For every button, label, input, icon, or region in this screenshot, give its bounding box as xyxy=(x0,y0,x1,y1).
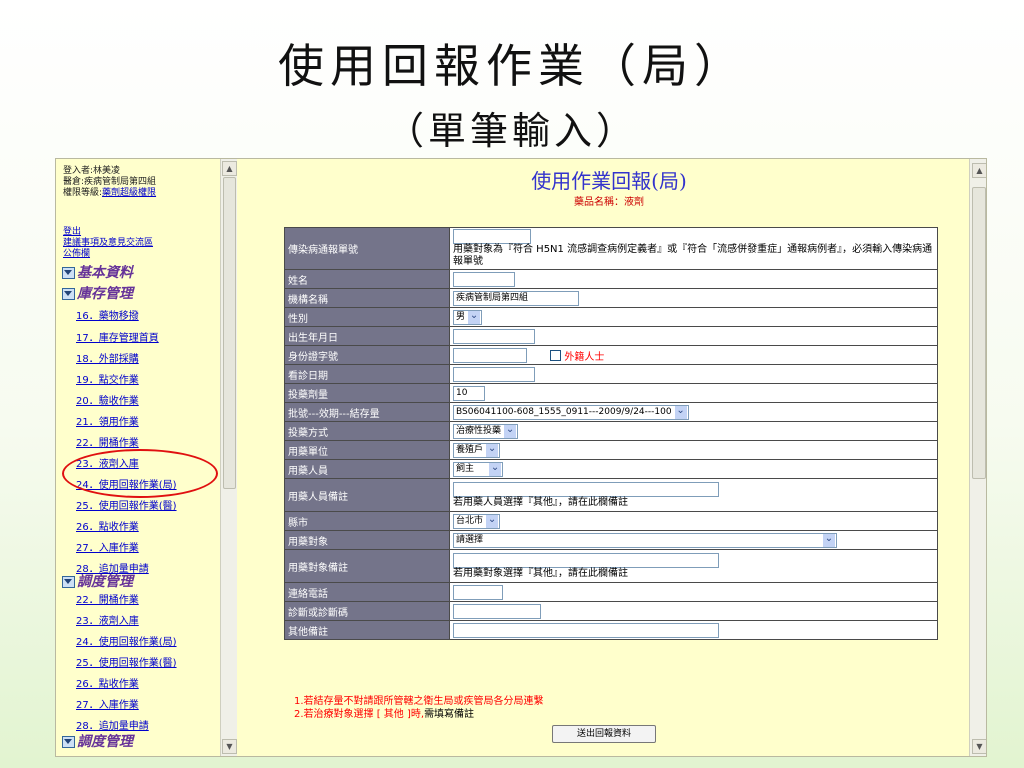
field-label: 用藥對象 xyxy=(284,530,450,550)
expand-icon xyxy=(62,576,75,588)
login-user: 登入者:林美凌 xyxy=(63,166,121,176)
report-no-hint: 用藥對象為『符合 H5N1 流感調查病例定義者』或『符合「流感併發重症」通報病例… xyxy=(453,244,933,267)
sidebar-item[interactable]: 17．庫存管理首頁 xyxy=(76,329,159,344)
note-1: 1.若結存量不對請跟所管轄之衛生局或疾管局各分局連繫 xyxy=(294,696,544,707)
bulletin-link[interactable]: 公佈欄 xyxy=(63,249,90,259)
sidebar-item[interactable]: 18．外部採購 xyxy=(76,350,139,365)
gender-select[interactable]: 男 xyxy=(453,309,483,325)
target-select[interactable]: 請選擇 xyxy=(453,532,837,548)
target-note-hint: 若用藥對象選擇『其他』，請在此欄備註 xyxy=(453,567,628,579)
section-dispatch-2[interactable]: 調度管理 xyxy=(62,731,133,751)
foreigner-label: 外籍人士 xyxy=(564,351,605,363)
field-label: 其他備註 xyxy=(284,620,450,640)
person-select[interactable]: 飼主 xyxy=(453,461,504,477)
scroll-up-icon[interactable]: ▲ xyxy=(222,161,237,176)
field-label: 投藥劑量 xyxy=(284,383,450,403)
sidebar-item[interactable]: 16．藥物移撥 xyxy=(76,307,139,322)
slide-subtitle: （單筆輸入） xyxy=(385,109,638,153)
sidebar-item[interactable]: 28．追加量申請 xyxy=(76,717,149,732)
slide-title: 使用回報作業（局） xyxy=(278,39,746,93)
field-label: 診斷或診斷碼 xyxy=(284,601,450,621)
sidebar-item[interactable]: 22．開桶作業 xyxy=(76,434,139,449)
expand-icon xyxy=(62,736,75,748)
page-title: 使用作業回報(局) xyxy=(531,169,687,193)
sidebar-item[interactable]: 24．使用回報作業(局) xyxy=(76,633,177,648)
sidebar: 登入者:林美凌 醫倉:疾病管制局第四組 權限等級:藥劑超級權限 登出 建議事項及… xyxy=(56,159,230,756)
field-label: 批號---效期---結存量 xyxy=(284,402,450,422)
sidebar-item[interactable]: 27．入庫作業 xyxy=(76,539,139,554)
field-label: 用藥人員備註 xyxy=(284,478,450,512)
main-scrollbar[interactable]: ▲ ▼ xyxy=(969,159,986,756)
sidebar-item[interactable]: 26．點收作業 xyxy=(76,518,139,533)
form-notes: 1.若結存量不對請跟所管轄之衛生局或疾管局各分局連繫 2.若治療對象選擇 [ 其… xyxy=(294,695,544,721)
field-label: 身份證字號 xyxy=(284,345,450,365)
sidebar-item[interactable]: 25．使用回報作業(醫) xyxy=(76,654,177,669)
person-note-input[interactable] xyxy=(453,481,719,497)
user-info: 登入者:林美凌 醫倉:疾病管制局第四組 權限等級:藥劑超級權限 xyxy=(63,166,156,199)
field-label: 姓名 xyxy=(284,269,450,289)
field-label: 用藥人員 xyxy=(284,459,450,479)
name-input[interactable] xyxy=(453,271,515,287)
dob-input[interactable] xyxy=(453,328,535,344)
field-label: 性別 xyxy=(284,307,450,327)
note-2-black: 需填寫備註 xyxy=(424,709,475,720)
id-no-input[interactable] xyxy=(453,347,527,363)
diagnosis-input[interactable] xyxy=(453,603,541,619)
field-label: 連絡電話 xyxy=(284,582,450,602)
scrollbar-thumb[interactable] xyxy=(972,187,986,479)
phone-input[interactable] xyxy=(453,584,503,600)
field-label: 用藥單位 xyxy=(284,440,450,460)
sidebar-item[interactable]: 21．領用作業 xyxy=(76,413,139,428)
scroll-down-icon[interactable]: ▼ xyxy=(972,739,986,754)
visit-date-input[interactable] xyxy=(453,366,535,382)
section-dispatch[interactable]: 調度管理 xyxy=(62,571,133,591)
scroll-down-icon[interactable]: ▼ xyxy=(222,739,237,754)
sidebar-links: 登出 建議事項及意見交流區 公佈欄 xyxy=(63,227,153,260)
batch-select[interactable]: BS06041100-608_1555_0911---2009/9/24---1… xyxy=(453,404,689,420)
field-label: 傳染病通報單號 xyxy=(284,227,450,270)
dosage-input[interactable]: 10 xyxy=(453,385,485,401)
city-select[interactable]: 台北市 xyxy=(453,513,501,529)
sidebar-scrollbar[interactable]: ▲ ▼ xyxy=(220,159,237,756)
sidebar-item[interactable]: 23．液劑入庫 xyxy=(76,612,139,627)
field-label: 用藥對象備註 xyxy=(284,549,450,583)
suggestion-link[interactable]: 建議事項及意見交流區 xyxy=(63,238,153,248)
note-2-red: 2.若治療對象選擇 [ 其他 ]時, xyxy=(294,709,425,720)
submit-button[interactable]: 送出回報資料 xyxy=(552,725,656,743)
field-label: 縣市 xyxy=(284,511,450,531)
report-no-input[interactable] xyxy=(453,229,531,244)
drug-name: 藥品名稱：液劑 xyxy=(574,197,644,208)
sidebar-item[interactable]: 25．使用回報作業(醫) xyxy=(76,497,177,512)
sidebar-item[interactable]: 22．開桶作業 xyxy=(76,591,139,606)
person-note-hint: 若用藥人員選擇『其他』，請在此欄備註 xyxy=(453,496,628,508)
field-label: 看診日期 xyxy=(284,364,450,384)
report-form: 傳染病通報單號 用藥對象為『符合 H5N1 流感調查病例定義者』或『符合「流感併… xyxy=(284,227,938,640)
main-panel: 使用作業回報(局) 藥品名稱：液劑 傳染病通報單號 用藥對象為『符合 H5N1 … xyxy=(239,159,969,756)
expand-icon xyxy=(62,288,75,300)
section-basic-data[interactable]: 基本資料 xyxy=(62,262,133,282)
section-inventory[interactable]: 庫存管理 xyxy=(62,283,133,303)
permission-link[interactable]: 藥劑超級權限 xyxy=(102,188,156,198)
foreigner-checkbox[interactable] xyxy=(550,349,562,361)
org-input[interactable]: 疾病管制局第四組 xyxy=(453,290,579,306)
permission-label: 權限等級: xyxy=(63,188,103,198)
target-note-input[interactable] xyxy=(453,552,719,568)
field-label: 出生年月日 xyxy=(284,326,450,346)
warehouse-label: 醫倉:疾病管制局第四組 xyxy=(63,177,157,187)
field-label: 投藥方式 xyxy=(284,421,450,441)
other-note-input[interactable] xyxy=(453,622,719,638)
method-select[interactable]: 治療性投藥 xyxy=(453,423,519,439)
unit-select[interactable]: 養殖戶 xyxy=(453,442,501,458)
sidebar-item[interactable]: 20．驗收作業 xyxy=(76,392,139,407)
field-label: 機構名稱 xyxy=(284,288,450,308)
app-window: 登入者:林美凌 醫倉:疾病管制局第四組 權限等級:藥劑超級權限 登出 建議事項及… xyxy=(55,158,987,757)
highlight-ellipse xyxy=(62,449,218,498)
logout-link[interactable]: 登出 xyxy=(63,227,81,237)
sidebar-item[interactable]: 19．點交作業 xyxy=(76,371,139,386)
sidebar-item[interactable]: 26．點收作業 xyxy=(76,675,139,690)
scrollbar-thumb[interactable] xyxy=(223,177,236,489)
scroll-up-icon[interactable]: ▲ xyxy=(972,163,986,178)
expand-icon xyxy=(62,267,75,279)
sidebar-item[interactable]: 27．入庫作業 xyxy=(76,696,139,711)
